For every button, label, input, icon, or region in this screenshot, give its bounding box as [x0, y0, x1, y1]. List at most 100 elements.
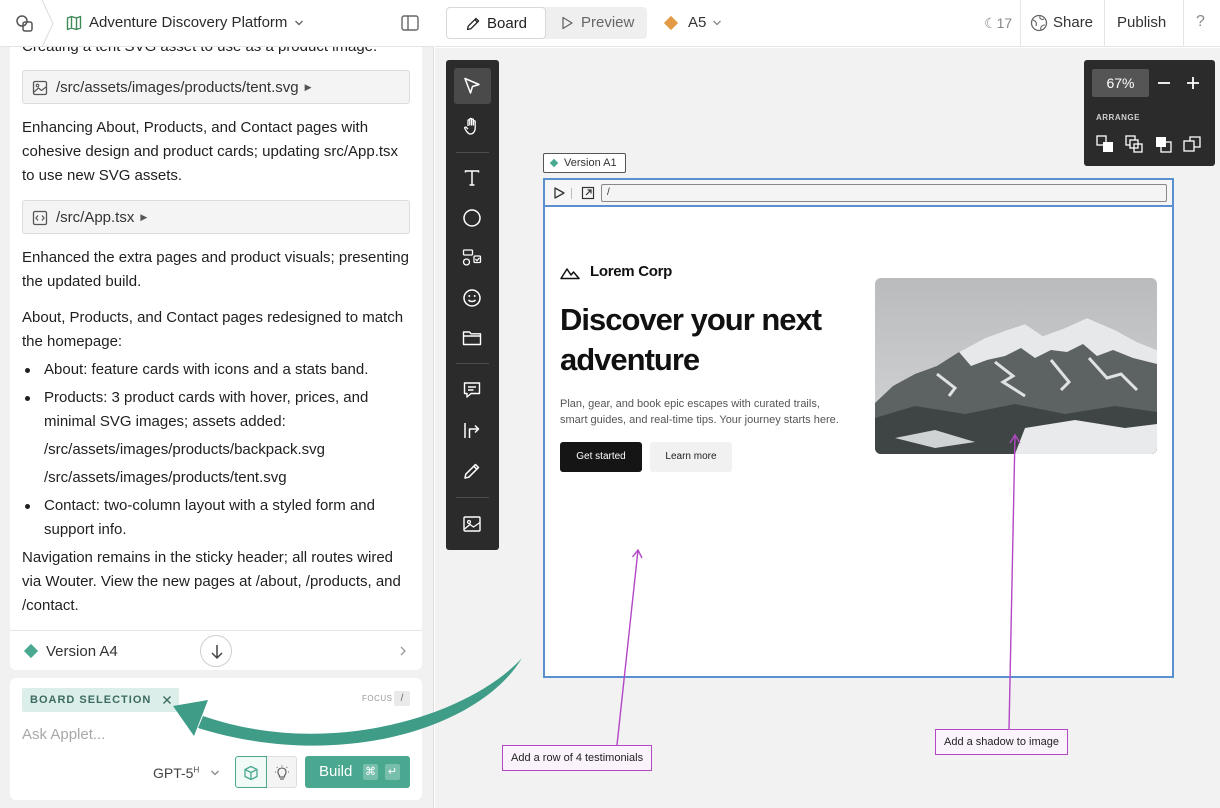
frame-toolbar: /: [545, 180, 1172, 207]
play-icon[interactable]: [552, 186, 566, 200]
lightbulb-icon: [275, 765, 289, 780]
help-button[interactable]: ?: [1196, 13, 1205, 31]
publish-button[interactable]: Publish: [1117, 14, 1166, 31]
chevron-down-icon[interactable]: [712, 18, 722, 28]
build-mode-button[interactable]: [235, 756, 267, 788]
tool-palette: [446, 60, 499, 550]
file-path: /src/App.tsx: [56, 209, 135, 226]
frame-version-tag[interactable]: Version A1: [543, 153, 626, 173]
zoom-level[interactable]: 67%: [1092, 69, 1149, 97]
arrow-down-icon: [211, 645, 223, 660]
credits-icon: ☾: [984, 15, 997, 31]
credits-count: ☾17: [984, 15, 1012, 32]
chat-message: Navigation remains in the sticky header;…: [22, 549, 401, 614]
emoji-tool[interactable]: [454, 280, 491, 316]
zoom-out-icon[interactable]: [1154, 73, 1174, 93]
board-selection-label: BOARD SELECTION: [30, 694, 152, 706]
component-tool[interactable]: [454, 240, 491, 276]
divider: [456, 497, 489, 498]
model-selector[interactable]: GPT-5H: [153, 765, 199, 781]
ideate-mode-button[interactable]: [267, 756, 297, 788]
list-item: About: feature cards with icons and a st…: [25, 358, 414, 382]
flow-tool[interactable]: [454, 413, 491, 449]
map-icon: [66, 15, 82, 31]
share-button[interactable]: Share: [1053, 14, 1093, 31]
site-brand: Lorem Corp: [590, 263, 673, 280]
file-path: /src/assets/images/products/tent.svg: [56, 79, 299, 96]
send-backward-icon[interactable]: [1124, 134, 1144, 154]
frame-url-field[interactable]: /: [601, 184, 1167, 202]
zoom-panel: 67% ARRANGE: [1084, 60, 1215, 166]
file-chip-tent[interactable]: /src/assets/images/products/tent.svg ▶: [22, 70, 410, 104]
comment-tool[interactable]: [454, 372, 491, 408]
zoom-in-icon[interactable]: [1183, 73, 1203, 93]
image-tool[interactable]: [454, 506, 491, 542]
mountain-hero-image: [875, 278, 1157, 454]
focus-shortcut: /: [394, 691, 410, 706]
board-selection-chip[interactable]: BOARD SELECTION: [22, 688, 180, 712]
version-selector[interactable]: A5: [688, 14, 706, 31]
board-canvas[interactable]: 67% ARRANGE Version A1 / Lorem Corp Disc…: [435, 48, 1220, 808]
text-tool[interactable]: [454, 160, 491, 196]
model-suffix: H: [193, 765, 200, 775]
home-icon[interactable]: [14, 13, 36, 35]
file-chip-app[interactable]: /src/App.tsx ▶: [22, 200, 410, 234]
globe-icon[interactable]: [1030, 14, 1048, 32]
image-icon: [463, 516, 481, 532]
shape-tool[interactable]: [454, 200, 491, 236]
components-icon: [462, 249, 482, 266]
version-diamond-icon: [23, 643, 39, 659]
project-name[interactable]: Adventure Discovery Platform: [89, 14, 287, 31]
cmd-key: ⌘: [363, 764, 378, 780]
panel-toggle-icon[interactable]: [401, 15, 419, 31]
build-button[interactable]: Build ⌘ ↵: [305, 756, 410, 788]
close-icon[interactable]: [162, 695, 172, 705]
get-started-button[interactable]: Get started: [560, 442, 642, 472]
bring-forward-icon[interactable]: [1153, 134, 1173, 154]
tab-preview-label: Preview: [581, 14, 635, 31]
arrow-turn-icon: [464, 423, 480, 438]
left-header: Adventure Discovery Platform: [0, 0, 434, 47]
hand-tool[interactable]: [454, 108, 491, 144]
chevron-down-icon[interactable]: [294, 18, 304, 28]
divider: [1020, 0, 1021, 47]
chevron-right-icon: [400, 646, 406, 656]
prompt-input[interactable]: Ask Applet...: [22, 726, 105, 743]
top-bar: Board Preview A5 ☾17 Share Publish ?: [435, 0, 1220, 47]
divider: [456, 363, 489, 364]
breadcrumb-separator-icon: [41, 0, 54, 47]
chevron-down-icon[interactable]: [210, 768, 220, 778]
select-tool[interactable]: [454, 68, 491, 104]
hero-title: Discover your next adventure: [560, 302, 822, 377]
annotation-note[interactable]: Add a row of 4 testimonials: [502, 745, 653, 771]
folder-tool[interactable]: [454, 320, 491, 356]
folder-icon: [462, 331, 482, 346]
tab-preview[interactable]: Preview: [550, 7, 647, 39]
play-icon: [562, 16, 573, 30]
text-icon: [464, 170, 480, 186]
view-tabs: Board Preview: [446, 7, 647, 39]
bring-to-front-icon[interactable]: [1182, 134, 1202, 154]
chat-panel: Adventure Discovery Platform Creating a …: [0, 0, 434, 808]
annotation-note[interactable]: Add a shadow to image: [935, 729, 1068, 755]
composer: BOARD SELECTION FOCUS / Ask Applet... GP…: [10, 678, 422, 800]
artboard-frame[interactable]: / Lorem Corp Discover your next adventur…: [543, 178, 1174, 678]
version-diamond-icon: [663, 15, 679, 31]
send-to-back-icon[interactable]: [1095, 134, 1115, 154]
circle-icon: [463, 209, 481, 227]
open-external-icon[interactable]: [581, 186, 595, 200]
divider: [1183, 0, 1184, 47]
divider: [571, 188, 572, 199]
chat-message: Enhancing About, Products, and Contact p…: [22, 119, 399, 184]
comment-icon: [463, 382, 481, 398]
pencil-icon: [464, 463, 480, 479]
draw-tool[interactable]: [454, 453, 491, 489]
credits-value: 17: [996, 15, 1013, 31]
tab-board[interactable]: Board: [446, 7, 546, 39]
expand-triangle-icon: ▶: [304, 82, 312, 92]
cube-icon: [244, 765, 258, 781]
learn-more-button[interactable]: Learn more: [650, 442, 732, 472]
smiley-icon: [463, 289, 481, 307]
scroll-down-button[interactable]: [200, 635, 232, 667]
chat-thread: Creating a tent SVG asset to use as a pr…: [10, 47, 422, 670]
